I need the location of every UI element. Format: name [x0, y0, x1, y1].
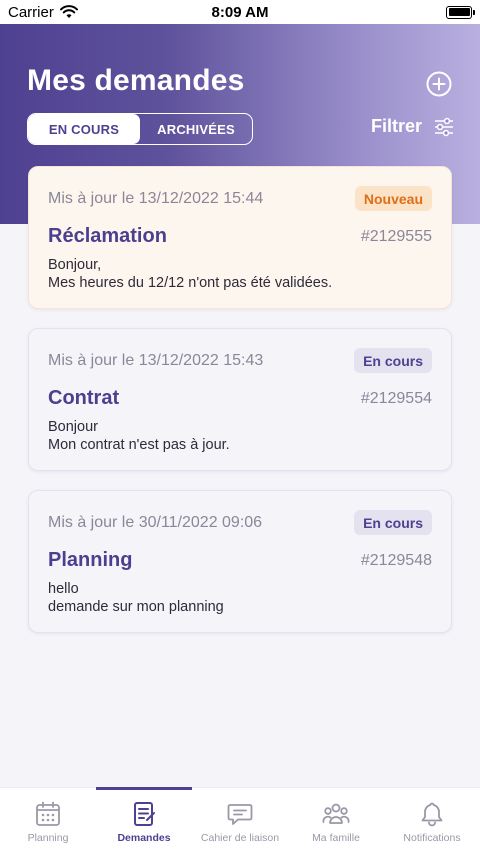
tab-planning[interactable]: Planning — [0, 788, 96, 853]
status-badge: En cours — [354, 510, 432, 535]
sliders-icon — [435, 117, 453, 136]
tab-en-cours[interactable]: EN COURS — [28, 114, 140, 144]
filter-label: Filtrer — [370, 116, 422, 136]
status-badge: Nouveau — [354, 186, 432, 211]
status-segmented-control: EN COURS ARCHIVÉES — [27, 113, 253, 145]
card-date: Mis à jour le 30/11/2022 09:06 — [48, 514, 263, 531]
tab-cahier-de-liaison[interactable]: Cahier de liaison — [192, 788, 288, 853]
request-card[interactable]: Mis à jour le 30/11/2022 09:06 En cours … — [28, 490, 452, 633]
card-title: Réclamation — [48, 225, 167, 247]
status-bar: Carrier 8:09 AM — [0, 0, 480, 24]
tab-ma-famille[interactable]: Ma famille — [288, 788, 384, 853]
request-list: Mis à jour le 13/12/2022 15:44 Nouveau R… — [28, 166, 452, 652]
card-date: Mis à jour le 13/12/2022 15:43 — [48, 352, 264, 369]
active-tab-indicator — [96, 787, 192, 790]
card-reference: #2129555 — [360, 228, 432, 245]
card-reference: #2129548 — [360, 552, 432, 569]
request-card[interactable]: Mis à jour le 13/12/2022 15:43 En cours … — [28, 328, 452, 471]
calendar-icon — [36, 801, 60, 826]
filter-button[interactable]: Filtrer — [371, 116, 454, 137]
tab-archivees[interactable]: ARCHIVÉES — [140, 114, 252, 144]
page-title: Mes demandes — [27, 64, 245, 97]
bottom-tab-bar: Planning Demandes Cahier de liaison Ma f… — [0, 787, 480, 853]
card-message-line: Mon contrat n'est pas à jour. — [48, 437, 230, 453]
family-icon — [322, 803, 350, 824]
battery-icon — [446, 5, 475, 19]
card-message: Bonjour Mon contrat n'est pas à jour. — [48, 418, 230, 454]
card-date: Mis à jour le 13/12/2022 15:44 — [48, 190, 264, 207]
card-title: Planning — [48, 549, 133, 571]
status-left: Carrier — [8, 4, 78, 21]
chat-icon — [227, 804, 253, 825]
card-message-line: Mes heures du 12/12 n'ont pas été validé… — [48, 275, 333, 291]
tab-label: Cahier de liaison — [200, 832, 280, 844]
status-badge: En cours — [354, 348, 432, 373]
tab-label: Notifications — [403, 832, 461, 844]
carrier-label: Carrier — [8, 3, 54, 21]
tab-label: Planning — [27, 832, 69, 844]
card-message: Bonjour, Mes heures du 12/12 n'ont pas é… — [48, 256, 332, 292]
card-message-line: Bonjour, — [48, 257, 102, 273]
request-card[interactable]: Mis à jour le 13/12/2022 15:44 Nouveau R… — [28, 166, 452, 309]
wifi-icon — [59, 5, 78, 18]
tab-label: Demandes — [117, 832, 171, 844]
card-message: hello demande sur mon planning — [48, 580, 224, 616]
add-circle-icon[interactable] — [426, 71, 452, 97]
card-message-line: hello — [48, 581, 79, 597]
tab-label: Ma famille — [312, 832, 360, 844]
card-title: Contrat — [48, 387, 120, 409]
tab-notifications[interactable]: Notifications — [384, 788, 480, 853]
card-reference: #2129554 — [360, 390, 432, 407]
document-icon — [134, 802, 155, 826]
card-message-line: Bonjour — [48, 419, 98, 435]
bell-icon — [421, 802, 443, 827]
tab-demandes[interactable]: Demandes — [96, 787, 192, 853]
card-message-line: demande sur mon planning — [48, 599, 224, 615]
